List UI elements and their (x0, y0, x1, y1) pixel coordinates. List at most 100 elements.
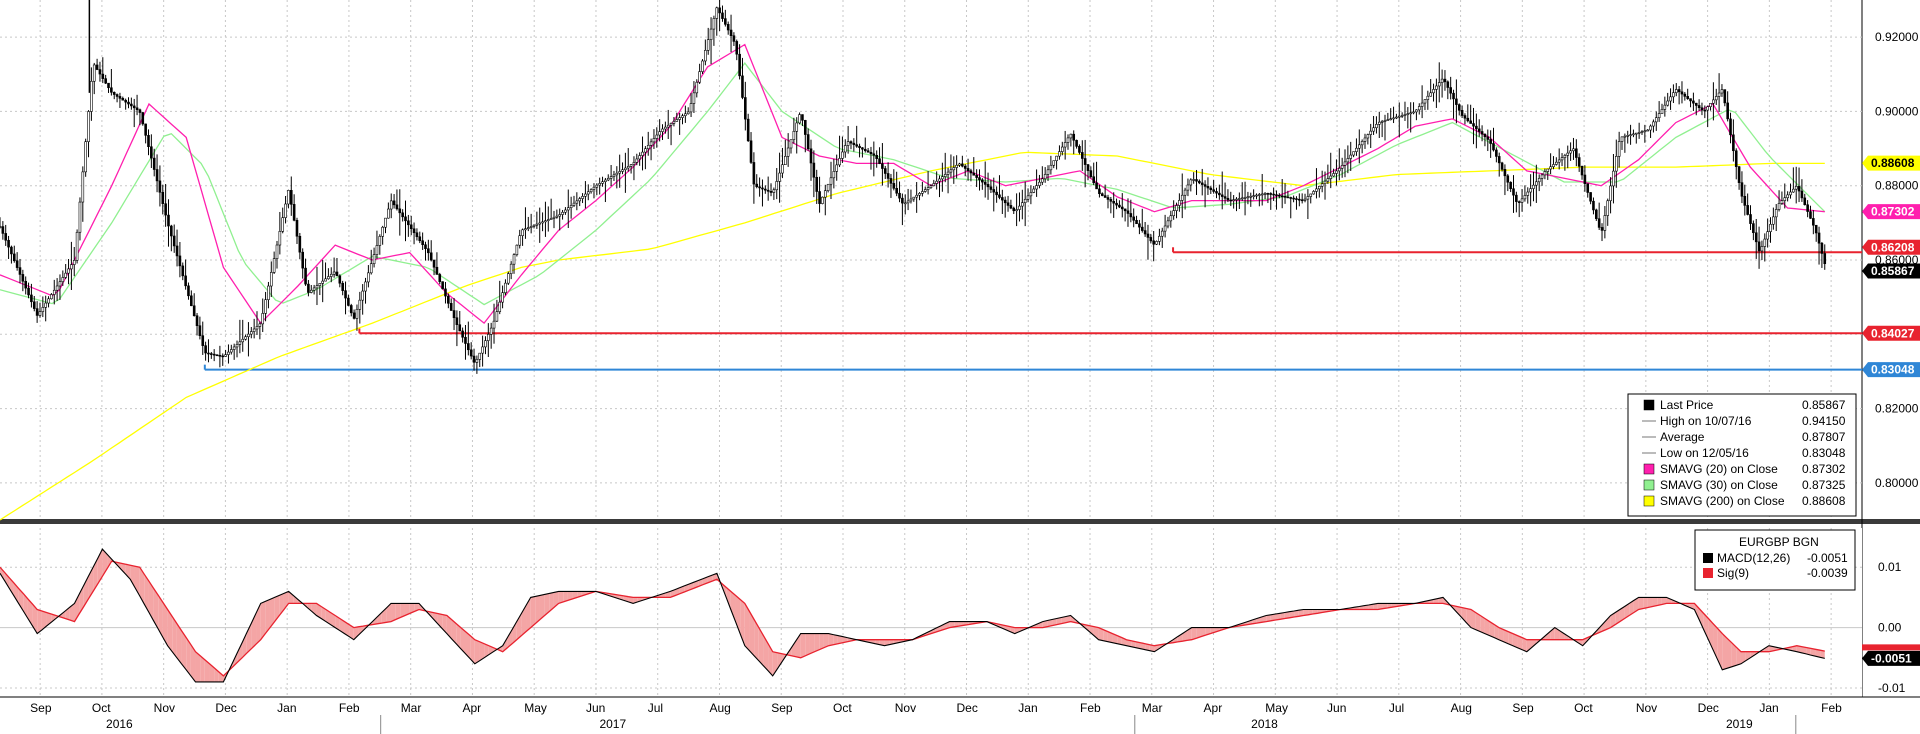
price-bar-body (1754, 232, 1758, 243)
price-bar-body (892, 183, 896, 189)
price-bar-body (1649, 125, 1652, 131)
price-bar-body (381, 226, 384, 237)
price-bar-body (792, 130, 796, 140)
y-tick-label: 0.82000 (1875, 402, 1919, 416)
price-bar-body (112, 92, 116, 95)
price-bar-body (872, 153, 876, 156)
x-tick-label-month: Jan (277, 701, 296, 715)
price-bar-body (1278, 194, 1281, 197)
price-bar-body (398, 208, 402, 214)
price-bar-body (1035, 185, 1038, 190)
price-bar-body (201, 335, 205, 346)
price-bar-body (332, 271, 336, 275)
price-bar-body (1357, 144, 1361, 149)
price-bar-body (92, 64, 96, 82)
price-bar-body (661, 128, 664, 132)
price-bar-body (378, 236, 382, 246)
price-bar-body (606, 177, 610, 181)
price-bar-body (198, 325, 202, 336)
price-bar-body (118, 96, 122, 99)
price-bar-body (1709, 102, 1712, 107)
macd-legend-label: MACD(12,26) (1717, 551, 1790, 565)
price-bar-body (878, 158, 881, 164)
legend-value: 0.85867 (1802, 398, 1846, 412)
price-bar-body (1169, 215, 1173, 222)
price-bar-body (284, 203, 287, 218)
price-bar-body (1814, 224, 1818, 234)
price-bar-body (1763, 238, 1767, 247)
price-bar-body (418, 236, 422, 242)
price-bar-body (1600, 227, 1604, 231)
y-tick-label: 0.80000 (1875, 476, 1919, 490)
price-bar-body (478, 352, 482, 360)
price-bar-body (147, 135, 150, 148)
price-bar-body (427, 248, 430, 254)
price-bar-body (512, 254, 516, 265)
price-bar-body (407, 220, 410, 226)
price-bar-body (1674, 89, 1678, 93)
price-bar-body (15, 260, 19, 268)
price-bar-body (972, 172, 976, 176)
price-bar-body (1209, 187, 1213, 191)
price-bar-body (375, 245, 379, 255)
price-bar-body (1120, 206, 1124, 210)
price-bar-body (595, 184, 599, 188)
price-bar-body (572, 202, 576, 206)
price-bar-body (906, 200, 910, 204)
price-bar-body (1486, 136, 1490, 140)
x-tick-label-month: Nov (154, 701, 175, 715)
price-bar-body (1215, 191, 1218, 194)
price-bar-body (309, 289, 313, 293)
price-bar-body (741, 75, 744, 98)
price-bar-body (1666, 100, 1669, 106)
price-bar-body (27, 287, 30, 296)
x-tick-label-month: Nov (1636, 701, 1657, 715)
price-bar-body (1203, 184, 1207, 187)
price-bar-body (1652, 121, 1655, 127)
price-bar-body (775, 181, 779, 191)
price-bar-body (692, 92, 696, 104)
price-bar-body (946, 171, 950, 175)
price-bar-body (881, 163, 884, 169)
price-bar-body (1632, 133, 1635, 136)
price-bar-body (1657, 113, 1661, 118)
price-bar-body (1400, 115, 1404, 117)
x-tick-label-month: Aug (1451, 701, 1472, 715)
price-bar-body (778, 172, 781, 182)
price-bar-body (1309, 193, 1313, 197)
price-bar-body (7, 239, 10, 248)
price-bar-body (281, 217, 285, 232)
price-bar-body (955, 164, 958, 168)
price-bar-body (1726, 102, 1729, 120)
price-bar-body (150, 146, 153, 159)
price-bar-body (1383, 120, 1387, 122)
price-bar-body (981, 179, 984, 183)
price-bar-body (1238, 198, 1241, 200)
price-bar-body (675, 119, 679, 122)
price-bar-body (301, 251, 304, 269)
price-bar-body (1346, 158, 1350, 163)
price-bar-body (969, 170, 973, 174)
price-bar-body (1332, 173, 1335, 177)
price-bar-body (632, 162, 636, 165)
price-bar-body (415, 232, 419, 238)
price-bar-body (835, 164, 839, 172)
price-bar-body (1777, 203, 1781, 210)
price-bar-body (1552, 164, 1555, 168)
price-bar-body (441, 281, 444, 290)
price-bar-body (289, 190, 293, 205)
price-bar-body (204, 345, 207, 354)
price-bar-body (35, 308, 39, 316)
price-bar-body (1021, 202, 1024, 207)
price-bar-body (78, 201, 82, 233)
price-bar-body (178, 255, 182, 267)
price-bar-body (1129, 213, 1133, 218)
price-bar-body (132, 105, 136, 109)
price-bar-body (901, 197, 904, 204)
price-bar-body (1132, 216, 1135, 221)
price-bar-body (1029, 192, 1033, 197)
price-bar-body (609, 176, 613, 179)
x-tick-label-month: Jun (586, 701, 605, 715)
legend-label: SMAVG (30) on Close (1660, 478, 1778, 492)
price-bar-body (1772, 216, 1775, 225)
